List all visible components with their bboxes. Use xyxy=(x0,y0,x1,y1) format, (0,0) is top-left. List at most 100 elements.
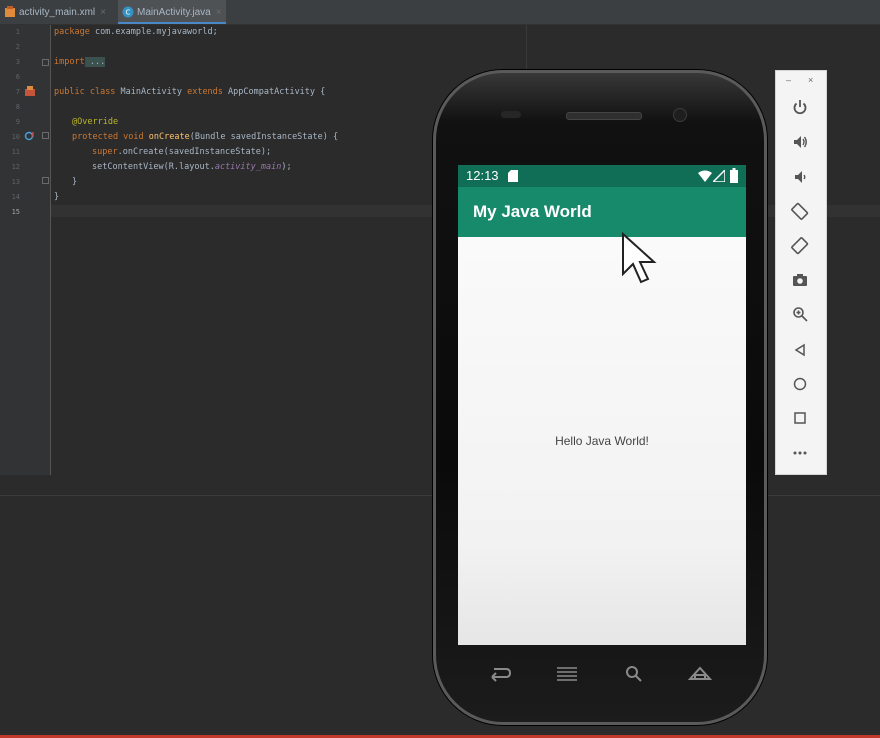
layout-field: activity_main xyxy=(214,162,282,172)
code-line-close-class: } xyxy=(54,192,59,202)
keyword-void: void xyxy=(118,132,144,142)
brace: } xyxy=(72,177,78,187)
super-class-name: AppCompatActivity { xyxy=(222,87,326,97)
keyword-extends: extends xyxy=(181,87,223,97)
call-end: ); xyxy=(281,162,292,172)
editor-gutter: 1 2 3 6 7 8 9 10 11 12 13 14 15 xyxy=(0,25,51,475)
tab-activity-main-xml[interactable]: activity_main.xml × xyxy=(4,0,114,24)
back-icon xyxy=(794,343,805,357)
power-icon xyxy=(793,100,807,115)
fold-toggle-icon[interactable] xyxy=(42,132,49,139)
emulator-toolbar: – × xyxy=(775,70,827,475)
tab-label: activity_main.xml xyxy=(19,6,96,18)
volume-up-icon xyxy=(794,136,807,148)
editor-tab-bar: activity_main.xml × C MainActivity.java … xyxy=(0,0,880,25)
line-number: 1 xyxy=(15,28,20,36)
code-line-class: public class MainActivity extends AppCom… xyxy=(54,87,325,97)
minimize-button[interactable]: – xyxy=(786,75,791,85)
code-line-method: protected void onCreate(Bundle savedInst… xyxy=(72,132,338,142)
zoom-icon xyxy=(793,307,808,322)
camera-icon xyxy=(793,274,807,286)
line-number: 12 xyxy=(11,163,20,171)
fold-toggle-icon[interactable] xyxy=(42,177,49,184)
line-number: 9 xyxy=(15,118,20,126)
code-line-close-method: } xyxy=(72,177,77,187)
line-number: 7 xyxy=(15,88,20,96)
app-bar: My Java World xyxy=(458,187,746,237)
override-method-icon[interactable] xyxy=(24,130,36,142)
status-time: 12:13 xyxy=(466,168,499,183)
back-button[interactable] xyxy=(488,664,512,682)
keyword-protected: protected xyxy=(72,132,119,142)
activity-content[interactable]: Hello Java World! xyxy=(458,237,746,645)
keyword-public: public xyxy=(54,87,85,97)
package-name: com.example.myjavaworld; xyxy=(89,27,218,37)
line-number: 2 xyxy=(15,43,20,51)
line-number: 13 xyxy=(11,178,20,186)
mouse-pointer-icon xyxy=(622,232,657,284)
super-call: .onCreate(savedInstanceState); xyxy=(117,147,272,157)
class-name: MainActivity xyxy=(115,87,182,97)
run-class-icon[interactable] xyxy=(24,85,36,97)
tab-main-activity-java[interactable]: C MainActivity.java × xyxy=(118,0,226,24)
line-number: 3 xyxy=(15,58,20,66)
keyword-package: package xyxy=(54,27,90,37)
code-line-set-content: setContentView(R.layout.activity_main); xyxy=(92,162,292,172)
more-button[interactable] xyxy=(789,442,811,464)
line-number: 8 xyxy=(15,103,20,111)
overview-icon xyxy=(794,412,806,424)
close-icon[interactable]: × xyxy=(100,7,106,18)
line-number: 6 xyxy=(15,73,20,81)
method-name: onCreate xyxy=(143,132,190,142)
home-nav-button[interactable] xyxy=(789,373,811,395)
volume-up-button[interactable] xyxy=(789,131,811,153)
emulator-device-frame: 12:13 My Java World Hello Java World! xyxy=(433,70,767,725)
signal-icon xyxy=(713,170,725,182)
keyword-super: super xyxy=(92,147,118,157)
line-number: 11 xyxy=(11,148,20,156)
device-screen[interactable]: 12:13 My Java World Hello Java World! xyxy=(458,165,746,645)
close-icon[interactable]: × xyxy=(216,7,222,18)
volume-down-button[interactable] xyxy=(789,166,811,188)
java-class-icon: C xyxy=(122,6,134,18)
battery-icon xyxy=(730,168,738,183)
close-button[interactable]: × xyxy=(808,75,813,85)
zoom-button[interactable] xyxy=(789,303,811,325)
line-number: 15 xyxy=(11,208,20,216)
annotation-override: @Override xyxy=(72,117,119,127)
keyword-import: import xyxy=(54,57,85,67)
overview-nav-button[interactable] xyxy=(789,407,811,429)
menu-button[interactable] xyxy=(555,664,579,682)
rotate-right-icon xyxy=(791,237,809,255)
sd-card-icon xyxy=(508,170,518,182)
app-title: My Java World xyxy=(473,202,592,221)
home-icon xyxy=(793,377,807,391)
status-bar: 12:13 xyxy=(458,165,746,187)
proximity-sensor xyxy=(501,111,521,118)
wifi-icon xyxy=(698,170,712,182)
code-line-annotation: @Override xyxy=(72,117,118,127)
hello-text: Hello Java World! xyxy=(555,434,649,448)
power-button[interactable] xyxy=(789,96,811,118)
screenshot-button[interactable] xyxy=(789,269,811,291)
folded-imports[interactable]: ... xyxy=(84,57,106,67)
brace: } xyxy=(54,192,60,202)
line-number: 10 xyxy=(11,133,20,141)
tab-label: MainActivity.java xyxy=(137,6,211,18)
home-button[interactable] xyxy=(688,664,712,682)
method-params: (Bundle savedInstanceState) { xyxy=(189,132,339,142)
fold-toggle-icon[interactable] xyxy=(42,59,49,66)
rotate-right-button[interactable] xyxy=(789,235,811,257)
keyword-class: class xyxy=(84,87,116,97)
xml-file-icon xyxy=(5,6,15,17)
rotate-left-button[interactable] xyxy=(789,200,811,222)
back-nav-button[interactable] xyxy=(789,339,811,361)
rotate-left-icon xyxy=(791,202,809,220)
front-camera xyxy=(673,108,687,122)
code-line-import: import ... xyxy=(54,57,106,67)
volume-down-icon xyxy=(795,171,806,183)
earpiece-speaker xyxy=(566,112,642,120)
more-icon xyxy=(793,451,807,455)
svg-text:C: C xyxy=(126,9,131,17)
search-button[interactable] xyxy=(622,664,646,682)
